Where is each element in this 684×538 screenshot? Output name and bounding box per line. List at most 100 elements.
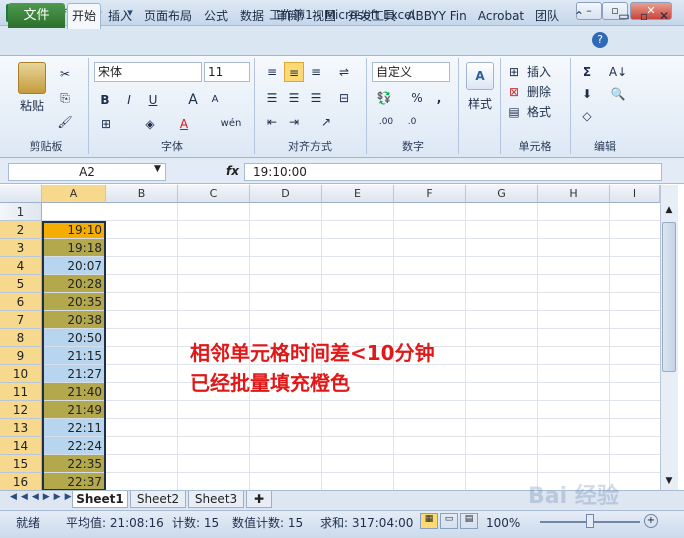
new-sheet-icon[interactable]: ✚ bbox=[246, 491, 272, 508]
row-header[interactable]: 8 bbox=[0, 329, 42, 347]
cell-a[interactable]: 21:15 bbox=[42, 347, 106, 365]
cell-a[interactable]: 20:35 bbox=[42, 293, 106, 311]
zoom-thumb[interactable] bbox=[586, 514, 594, 528]
sheet-nav-icons[interactable]: ◀◀◀▶▶▶ bbox=[10, 492, 76, 502]
fx-icon[interactable]: fx bbox=[226, 164, 239, 178]
merge-center-icon[interactable]: ⊟ bbox=[334, 88, 354, 108]
italic-button[interactable]: I bbox=[120, 90, 138, 110]
row-header[interactable]: 2 bbox=[0, 221, 42, 239]
row-header[interactable]: 1 bbox=[0, 203, 42, 221]
cut-icon[interactable]: ✂ bbox=[56, 64, 74, 84]
name-box[interactable]: A2 bbox=[8, 163, 166, 181]
row-header[interactable]: 14 bbox=[0, 437, 42, 455]
sheet-tab-sheet1[interactable]: Sheet1 bbox=[72, 491, 128, 508]
cell-a[interactable]: 22:35 bbox=[42, 455, 106, 473]
tab-file[interactable]: 文件 bbox=[8, 3, 65, 28]
column-header-b[interactable]: B bbox=[106, 185, 178, 203]
align-middle-icon[interactable]: ≡ bbox=[284, 62, 304, 82]
column-header-d[interactable]: D bbox=[250, 185, 322, 203]
cell-a[interactable]: 20:50 bbox=[42, 329, 106, 347]
row-header[interactable]: 4 bbox=[0, 257, 42, 275]
fill-color-icon[interactable]: ◈ bbox=[140, 114, 160, 134]
row-header[interactable]: 10 bbox=[0, 365, 42, 383]
font-name-select[interactable]: 宋体 bbox=[94, 62, 202, 82]
bold-button[interactable]: B bbox=[96, 90, 114, 110]
delete-cells-icon[interactable]: ⊠ bbox=[506, 82, 522, 102]
insert-cells-icon[interactable]: ⊞ bbox=[506, 62, 522, 82]
normal-view-icon[interactable]: ▦ bbox=[420, 513, 438, 529]
align-bottom-icon[interactable]: ≡ bbox=[306, 62, 326, 82]
copy-icon[interactable]: ⎘ bbox=[56, 88, 74, 108]
sort-filter-icon[interactable]: A↓ bbox=[608, 62, 628, 82]
align-center-icon[interactable]: ☰ bbox=[284, 88, 304, 108]
number-format-select[interactable]: 自定义 bbox=[372, 62, 450, 82]
cell-a[interactable]: 21:49 bbox=[42, 401, 106, 419]
format-cells-button[interactable]: 格式 bbox=[524, 102, 554, 122]
font-color-button[interactable]: A bbox=[174, 114, 194, 134]
cell-a[interactable]: 19:10 bbox=[42, 221, 106, 239]
align-left-icon[interactable]: ☰ bbox=[262, 88, 282, 108]
cell-a[interactable]: 21:27 bbox=[42, 365, 106, 383]
tab-insert[interactable]: 插入 bbox=[104, 4, 136, 28]
styles-button[interactable]: 样式 bbox=[462, 94, 498, 114]
format-painter-icon[interactable]: 🖌 bbox=[56, 112, 74, 132]
row-header[interactable]: 3 bbox=[0, 239, 42, 257]
format-cells-icon[interactable]: ▤ bbox=[506, 102, 522, 122]
tab-home[interactable]: 开始 bbox=[67, 3, 101, 29]
tab-team[interactable]: 团队 bbox=[532, 4, 562, 28]
tab-acrobat[interactable]: Acrobat bbox=[474, 4, 528, 28]
column-header-a[interactable]: A bbox=[42, 185, 106, 203]
tab-page-layout[interactable]: 页面布局 bbox=[140, 4, 196, 28]
page-layout-view-icon[interactable]: ▭ bbox=[440, 513, 458, 529]
wrap-text-icon[interactable]: ⇌ bbox=[334, 62, 354, 82]
paste-icon[interactable] bbox=[18, 62, 46, 94]
help-icon[interactable]: ? bbox=[592, 32, 608, 48]
cell-a[interactable]: 19:18 bbox=[42, 239, 106, 257]
workbook-close-icon[interactable]: ✕ bbox=[656, 4, 672, 28]
formula-input[interactable]: 19:10:00 bbox=[244, 163, 662, 181]
align-right-icon[interactable]: ☰ bbox=[306, 88, 326, 108]
row-header[interactable]: 16 bbox=[0, 473, 42, 491]
cell-a[interactable]: 22:11 bbox=[42, 419, 106, 437]
increase-indent-icon[interactable]: ⇥ bbox=[284, 112, 304, 132]
tab-review[interactable]: 审阅 bbox=[272, 4, 304, 28]
increase-decimal-icon[interactable]: .00 bbox=[374, 112, 398, 132]
collapse-ribbon-icon[interactable]: ⌃ bbox=[570, 4, 588, 28]
percent-button[interactable]: % bbox=[408, 88, 426, 108]
row-header[interactable]: 13 bbox=[0, 419, 42, 437]
row-header[interactable]: 15 bbox=[0, 455, 42, 473]
currency-icon[interactable]: 💱 bbox=[374, 88, 394, 108]
insert-cells-button[interactable]: 插入 bbox=[524, 62, 554, 82]
row-header[interactable]: 6 bbox=[0, 293, 42, 311]
autosum-button[interactable]: Σ bbox=[578, 62, 596, 82]
shrink-font-button[interactable]: A bbox=[206, 90, 224, 110]
cell-a[interactable]: 21:40 bbox=[42, 383, 106, 401]
borders-icon[interactable]: ⊞ bbox=[96, 114, 116, 134]
row-header[interactable]: 7 bbox=[0, 311, 42, 329]
select-all-corner[interactable] bbox=[0, 185, 42, 203]
column-header-h[interactable]: H bbox=[538, 185, 610, 203]
tab-data[interactable]: 数据 bbox=[236, 4, 268, 28]
align-top-icon[interactable]: ≡ bbox=[262, 62, 282, 82]
clear-icon[interactable]: ◇ bbox=[578, 106, 596, 126]
tab-developer[interactable]: 开发工具 bbox=[344, 4, 400, 28]
scroll-up-icon[interactable]: ▲ bbox=[662, 205, 676, 215]
workbook-minimize-icon[interactable]: ▭ bbox=[616, 4, 632, 28]
cell-a[interactable]: 20:38 bbox=[42, 311, 106, 329]
font-size-select[interactable]: 11 bbox=[204, 62, 250, 82]
row-header[interactable]: 5 bbox=[0, 275, 42, 293]
row-header[interactable]: 11 bbox=[0, 383, 42, 401]
decrease-indent-icon[interactable]: ⇤ bbox=[262, 112, 282, 132]
workbook-restore-icon[interactable]: ▫ bbox=[636, 4, 652, 28]
scroll-down-icon[interactable]: ▼ bbox=[662, 476, 676, 486]
tab-formulas[interactable]: 公式 bbox=[200, 4, 232, 28]
paste-button[interactable]: 粘贴 bbox=[14, 96, 50, 116]
orientation-icon[interactable]: ↗ bbox=[316, 112, 336, 132]
zoom-level[interactable]: 100% bbox=[486, 515, 520, 531]
column-header-g[interactable]: G bbox=[466, 185, 538, 203]
grow-font-button[interactable]: A bbox=[184, 90, 202, 110]
chevron-down-icon[interactable]: ▼ bbox=[154, 164, 161, 174]
page-break-view-icon[interactable]: ▤ bbox=[460, 513, 478, 529]
zoom-in-icon[interactable]: + bbox=[644, 514, 658, 528]
column-header-f[interactable]: F bbox=[394, 185, 466, 203]
